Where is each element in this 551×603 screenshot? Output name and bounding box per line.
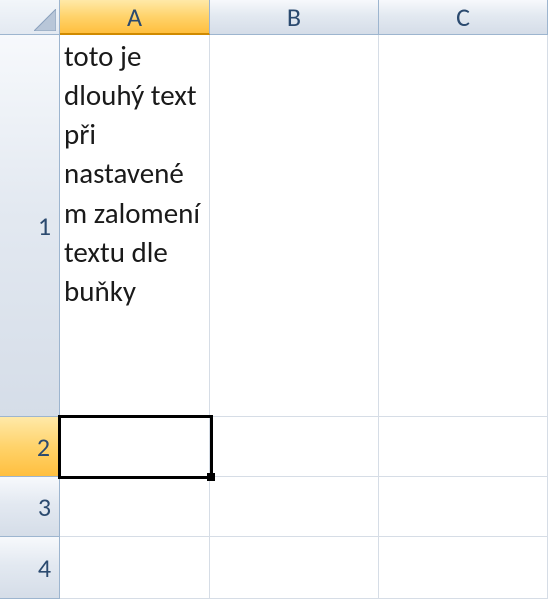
column-header-B[interactable]: B [210, 0, 379, 35]
cell-B1[interactable] [210, 35, 379, 417]
cell-A1-text: toto je dlouhý text při nastaveném zalom… [64, 37, 205, 311]
cell-A4[interactable] [60, 537, 210, 599]
row-header-1[interactable]: 1 [0, 35, 60, 417]
cell-C1[interactable] [379, 35, 548, 417]
row-header-2[interactable]: 2 [0, 417, 60, 477]
cell-C4[interactable] [379, 537, 548, 599]
column-header-C[interactable]: C [379, 0, 548, 35]
cell-C2[interactable] [379, 417, 548, 477]
cell-A2[interactable] [60, 417, 210, 477]
cell-B3[interactable] [210, 477, 379, 537]
column-header-A[interactable]: A [60, 0, 210, 35]
cell-A1[interactable]: toto je dlouhý text při nastaveném zalom… [60, 35, 210, 417]
row-header-4[interactable]: 4 [0, 537, 60, 599]
row-header-3[interactable]: 3 [0, 477, 60, 537]
fill-handle[interactable] [207, 473, 215, 481]
cell-A3[interactable] [60, 477, 210, 537]
cell-B4[interactable] [210, 537, 379, 599]
cell-C3[interactable] [379, 477, 548, 537]
select-all-icon [34, 9, 56, 31]
spreadsheet-grid: A B C 1 toto je dlouhý text při nastaven… [0, 0, 551, 603]
cell-B2[interactable] [210, 417, 379, 477]
select-all-corner[interactable] [0, 0, 60, 35]
